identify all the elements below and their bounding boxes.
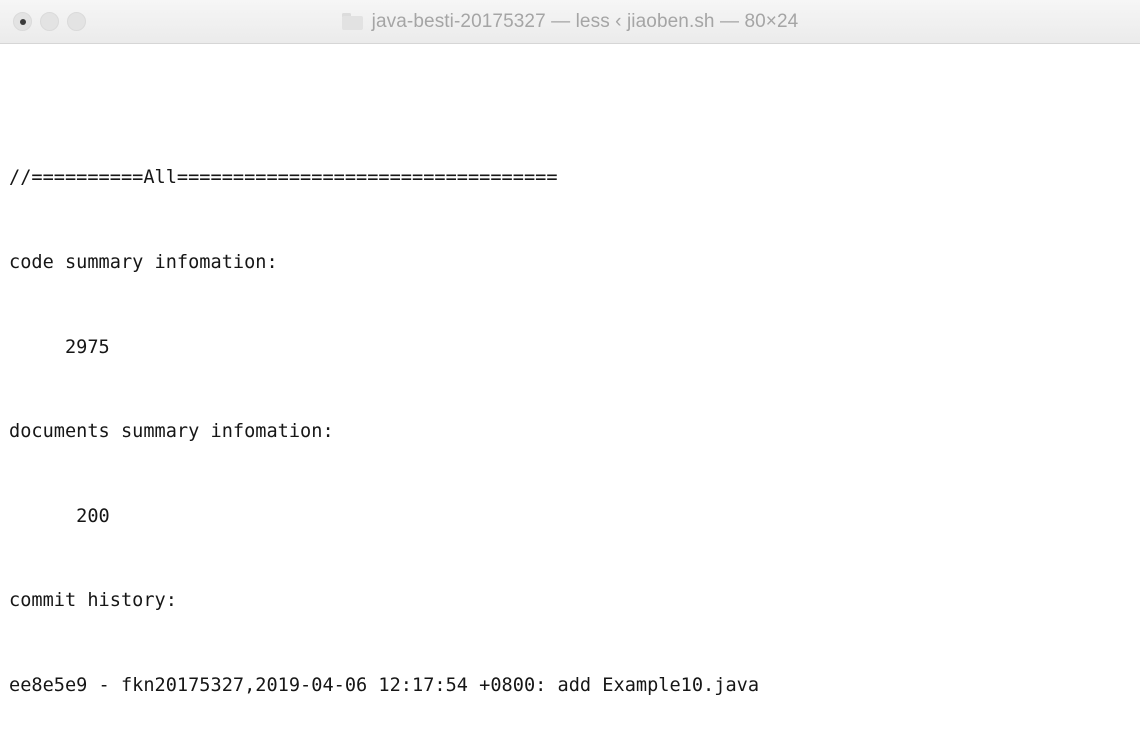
terminal-line: documents summary infomation: <box>9 421 334 443</box>
maximize-button[interactable] <box>67 12 86 31</box>
terminal-line: 2975 <box>9 336 110 358</box>
terminal-content-area[interactable]: //==========All=========================… <box>0 44 1140 730</box>
terminal-line: code summary infomation: <box>9 252 278 273</box>
terminal-output: //==========All=========================… <box>9 108 1140 730</box>
window-title-container: java-besti-20175327 — less ‹ jiaoben.sh … <box>0 0 1140 43</box>
minimize-button[interactable] <box>40 12 59 31</box>
folder-icon <box>341 13 363 30</box>
window-controls <box>0 12 86 31</box>
window-title: java-besti-20175327 — less ‹ jiaoben.sh … <box>371 10 799 32</box>
close-button[interactable] <box>13 12 32 31</box>
terminal-line: 200 <box>9 505 110 527</box>
terminal-line: ee8e5e9 - fkn20175327,2019-04-06 12:17:5… <box>9 674 760 696</box>
terminal-line: commit history: <box>9 590 177 612</box>
window-titlebar[interactable]: java-besti-20175327 — less ‹ jiaoben.sh … <box>0 0 1140 44</box>
terminal-window: java-besti-20175327 — less ‹ jiaoben.sh … <box>0 0 1140 730</box>
terminal-line: //==========All=========================… <box>9 167 558 189</box>
